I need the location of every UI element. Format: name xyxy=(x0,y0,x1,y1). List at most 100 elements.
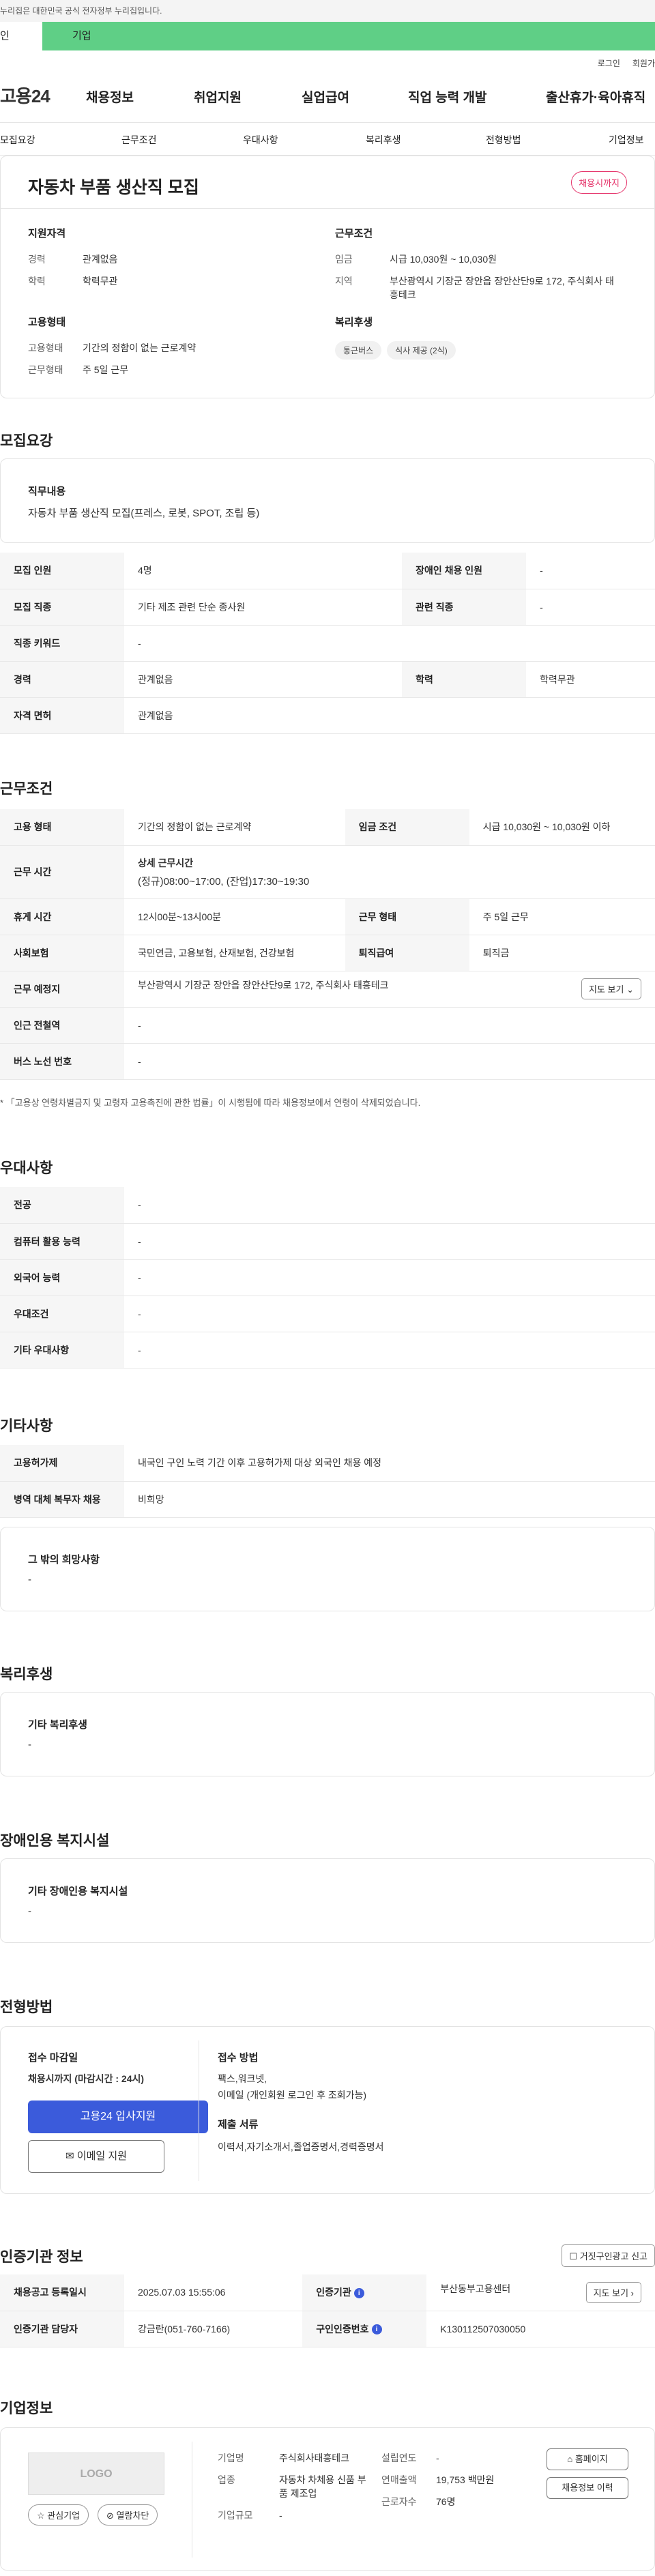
age-note: * 「고용상 연령차별금지 및 고령자 고용촉진에 관한 법률」이 시행됨에 따… xyxy=(0,1098,421,1108)
email-apply-button[interactable]: ✉ 이메일 지원 xyxy=(28,2140,164,2173)
table-cell: 시급 10,030원 ~ 10,030원 이하 xyxy=(469,809,655,846)
emp-row: 고용형태 기간의 정함이 없는 근로계약 xyxy=(28,341,315,355)
table-row: 컴퓨터 활용 능력 - xyxy=(0,1223,655,1260)
signup-link[interactable]: 회원가 xyxy=(632,57,655,68)
company-key: 연매출액 xyxy=(381,2474,417,2485)
company-sales: 19,753 백만원 xyxy=(436,2474,495,2485)
mail-icon: ✉ xyxy=(66,2150,74,2162)
deadline-badge: 채용시까지 xyxy=(571,171,627,194)
method-value-2: 이메일 (개인회원 로그인 후 조회가능) xyxy=(218,2090,367,2101)
info-icon[interactable]: i xyxy=(353,2288,364,2299)
table-header: 구인인증번호 i xyxy=(302,2311,427,2347)
cert-table: 채용공고 등록일시 2025.07.03 15:55:06 인증기관 i 부산동부고용센… xyxy=(0,2274,655,2347)
info-icon[interactable]: i xyxy=(371,2324,382,2335)
login-link[interactable]: 로그인 xyxy=(598,57,620,68)
gnb-vocational-training[interactable]: 직업 능력 개발 xyxy=(408,87,486,106)
false-ad-report-label: 거짓구인광고 신고 xyxy=(579,2251,647,2262)
table-header: 임금 조건 xyxy=(345,809,469,846)
company-row: 업종 자동차 차체용 신품 부품 제조업 xyxy=(218,2473,381,2500)
chevron-down-icon: ⌄ xyxy=(626,984,634,995)
table-header: 고용허가제 xyxy=(0,1445,124,1482)
table-row: 외국어 능력 - xyxy=(0,1259,655,1296)
site-logo[interactable]: 고용24 xyxy=(0,83,82,108)
table-header: 경력 xyxy=(0,661,124,698)
job-history-button[interactable]: 채용정보 이력 xyxy=(547,2477,628,2499)
table-row: 버스 노선 번호 - xyxy=(0,1043,655,1080)
block-icon: ⊘ xyxy=(106,2511,114,2521)
qual-row: 학력 학력무관 xyxy=(28,274,315,288)
table-header: 전공 xyxy=(0,1187,124,1224)
company-name: 주식회사태흥테크 xyxy=(279,2453,350,2463)
qual-key: 학력 xyxy=(28,276,46,287)
agency-map-button[interactable]: 지도 보기 › xyxy=(585,2281,641,2303)
table-header: 퇴직급여 xyxy=(345,935,469,971)
subnav-work[interactable]: 근무조건 xyxy=(121,133,157,147)
table-header: 인증기관 i xyxy=(302,2274,427,2311)
company-key: 설립연도 xyxy=(381,2453,417,2463)
block-view-button[interactable]: ⊘ 열람차단 xyxy=(98,2504,158,2526)
job-summary-card: 자동차 부품 생산직 모집 채용시까지 지원자격 경력 관계없음 학력 학력무관 근… xyxy=(0,156,655,398)
etc-heading: 기타사항 xyxy=(0,1418,53,1434)
welfare-chip: 식사 제공 (2식) xyxy=(387,341,456,360)
block-view-label: 열람차단 xyxy=(116,2511,149,2521)
table-row: 인근 전철역 - xyxy=(0,1007,655,1044)
company-row: 근로자수 76명 xyxy=(381,2495,518,2508)
recruit-heading: 모집요강 xyxy=(0,433,53,449)
table-row: 직종 키워드 - xyxy=(0,625,655,662)
table-cell: 부산광역시 기장군 장안읍 장안산단9로 172, 주식회사 태흥테크 지도 보기… xyxy=(124,971,655,1008)
favorite-company-button[interactable]: ☆ 관심기업 xyxy=(28,2504,89,2526)
audience-tabs: 인 기업 xyxy=(0,22,655,50)
table-header: 자격 면허 xyxy=(0,697,124,734)
table-header: 기타 우대사항 xyxy=(0,1332,124,1368)
cond-value: 부산광역시 기장군 장안읍 장안산단9로 172, 주식회사 태흥테크 xyxy=(390,276,614,300)
subnav-company[interactable]: 기업정보 xyxy=(609,133,644,147)
company-key: 기업명 xyxy=(218,2453,244,2463)
disabled-value: - xyxy=(28,1905,31,1917)
other-wish-value: - xyxy=(28,1574,31,1585)
company-row: 설립연도 - xyxy=(381,2451,518,2465)
subnav-recruit[interactable]: 모집요강 xyxy=(0,133,35,147)
benefit-value: - xyxy=(28,1739,31,1751)
gnb-employment-support[interactable]: 취업지원 xyxy=(194,87,242,106)
table-cell: 국민연금, 고용보험, 산재보험, 건강보험 xyxy=(124,935,345,971)
company-key: 근로자수 xyxy=(381,2496,417,2507)
gnb-unemployment-benefit[interactable]: 실업급여 xyxy=(302,87,349,106)
disabled-box: 기타 장애인용 복지시설 - xyxy=(0,1858,655,1943)
benefit-label: 기타 복리후생 xyxy=(28,1719,87,1731)
table-header: 채용공고 등록일시 xyxy=(0,2274,124,2311)
table-row: 경력 관계없음 학력 학력무관 xyxy=(0,661,655,698)
tab-company[interactable]: 기업 xyxy=(42,22,91,50)
other-wish-box: 그 밖의 희망사항 - xyxy=(0,1527,655,1611)
apply-button[interactable]: 고용24 입사지원 xyxy=(28,2101,208,2133)
cert-agency-label: 인증기관 xyxy=(316,2287,351,2298)
table-row: 기타 우대사항 - xyxy=(0,1332,655,1368)
company-info-right: 설립연도 - 연매출액 19,753 백만원 근로자수 76명 xyxy=(381,2451,518,2517)
qualification-heading: 지원자격 xyxy=(28,228,66,239)
gnb-jobs[interactable]: 채용정보 xyxy=(86,87,134,106)
deadline-label: 접수 마감일 xyxy=(28,2052,78,2064)
global-nav: 고용24 채용정보 취업지원 실업급여 직업 능력 개발 출산휴가·육아휴직 xyxy=(0,68,655,123)
table-row: 휴게 시간 12시00분~13시00분 근무 형태 주 5일 근무 xyxy=(0,898,655,935)
subnav-process[interactable]: 전형방법 xyxy=(486,133,521,147)
emp-value: 주 5일 근무 xyxy=(83,364,129,375)
cond-row: 지역 부산광역시 기장군 장안읍 장안산단9로 172, 주식회사 태흥테크 xyxy=(335,274,635,302)
chevron-right-icon: › xyxy=(630,2287,634,2298)
subnav-pref[interactable]: 우대사항 xyxy=(243,133,278,147)
map-button[interactable]: 지도 보기 ⌄ xyxy=(581,978,641,999)
table-row: 근무 시간 상세 근무시간 (정규)08:00~17:00, (잔업)17:30~1… xyxy=(0,845,655,899)
util-links: 로그인 회원가 xyxy=(0,50,655,68)
tab-personal[interactable]: 인 xyxy=(0,22,42,50)
subnav-benefit[interactable]: 복리후생 xyxy=(366,133,401,147)
table-header: 근무 예정지 xyxy=(0,971,124,1008)
table-header: 모집 직종 xyxy=(0,589,124,626)
company-logo: LOGO xyxy=(28,2453,164,2495)
emp-value: 기간의 정함이 없는 근로계약 xyxy=(83,342,196,353)
table-cell: 주 5일 근무 xyxy=(469,898,655,935)
favorite-company-label: 관심기업 xyxy=(47,2511,81,2521)
false-ad-report-button[interactable]: ☐ 거짓구인광고 신고 xyxy=(562,2244,655,2267)
report-icon: ☐ xyxy=(569,2251,578,2262)
homepage-button[interactable]: ⌂ 홈페이지 xyxy=(547,2448,628,2470)
section-subnav: 모집요강 근무조건 우대사항 복리후생 전형방법 기업정보 xyxy=(0,123,655,156)
table-cell: 비희망 xyxy=(124,1481,655,1518)
gnb-parental-leave[interactable]: 출산휴가·육아휴직 xyxy=(546,87,645,106)
